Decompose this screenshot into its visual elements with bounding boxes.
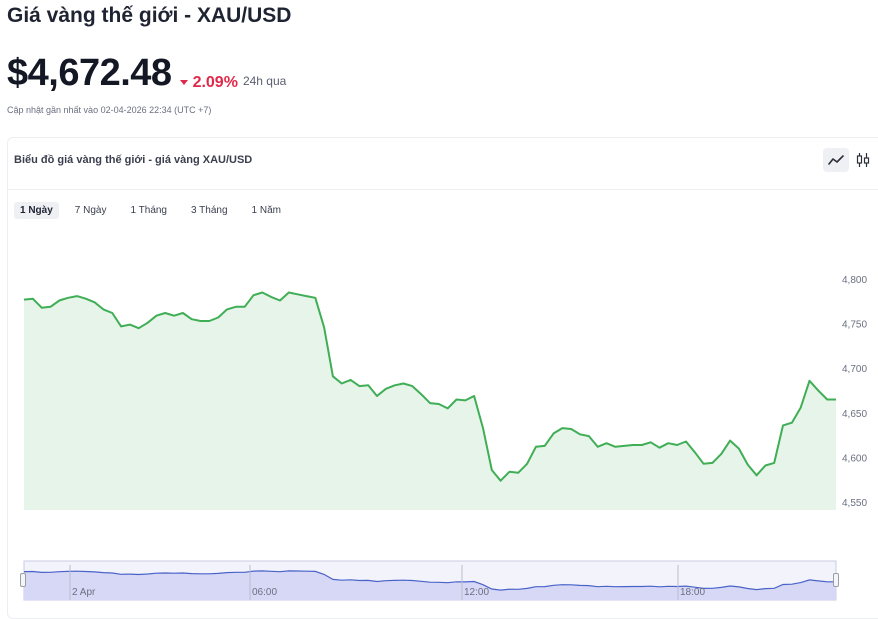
y-tick-label: 4,600 xyxy=(842,453,867,464)
y-tick-label: 4,550 xyxy=(842,498,867,509)
navigator-left-handle[interactable] xyxy=(20,573,26,587)
price-area xyxy=(24,292,836,510)
x-axis-label: 06:00 xyxy=(252,587,277,598)
navigator-right-handle[interactable] xyxy=(833,573,839,587)
y-tick-label: 4,650 xyxy=(842,409,867,420)
x-axis-label: 12:00 xyxy=(464,587,489,598)
y-tick-label: 4,750 xyxy=(842,320,867,331)
y-tick-label: 4,700 xyxy=(842,364,867,375)
price-chart: 4,800 4,750 4,700 4,650 4,600 4,550 2 Apr 06:00… xyxy=(23,275,867,601)
y-tick-label: 4,800 xyxy=(842,275,867,286)
x-axis-label: 18:00 xyxy=(680,587,705,598)
x-axis-label: 2 Apr xyxy=(72,587,96,598)
